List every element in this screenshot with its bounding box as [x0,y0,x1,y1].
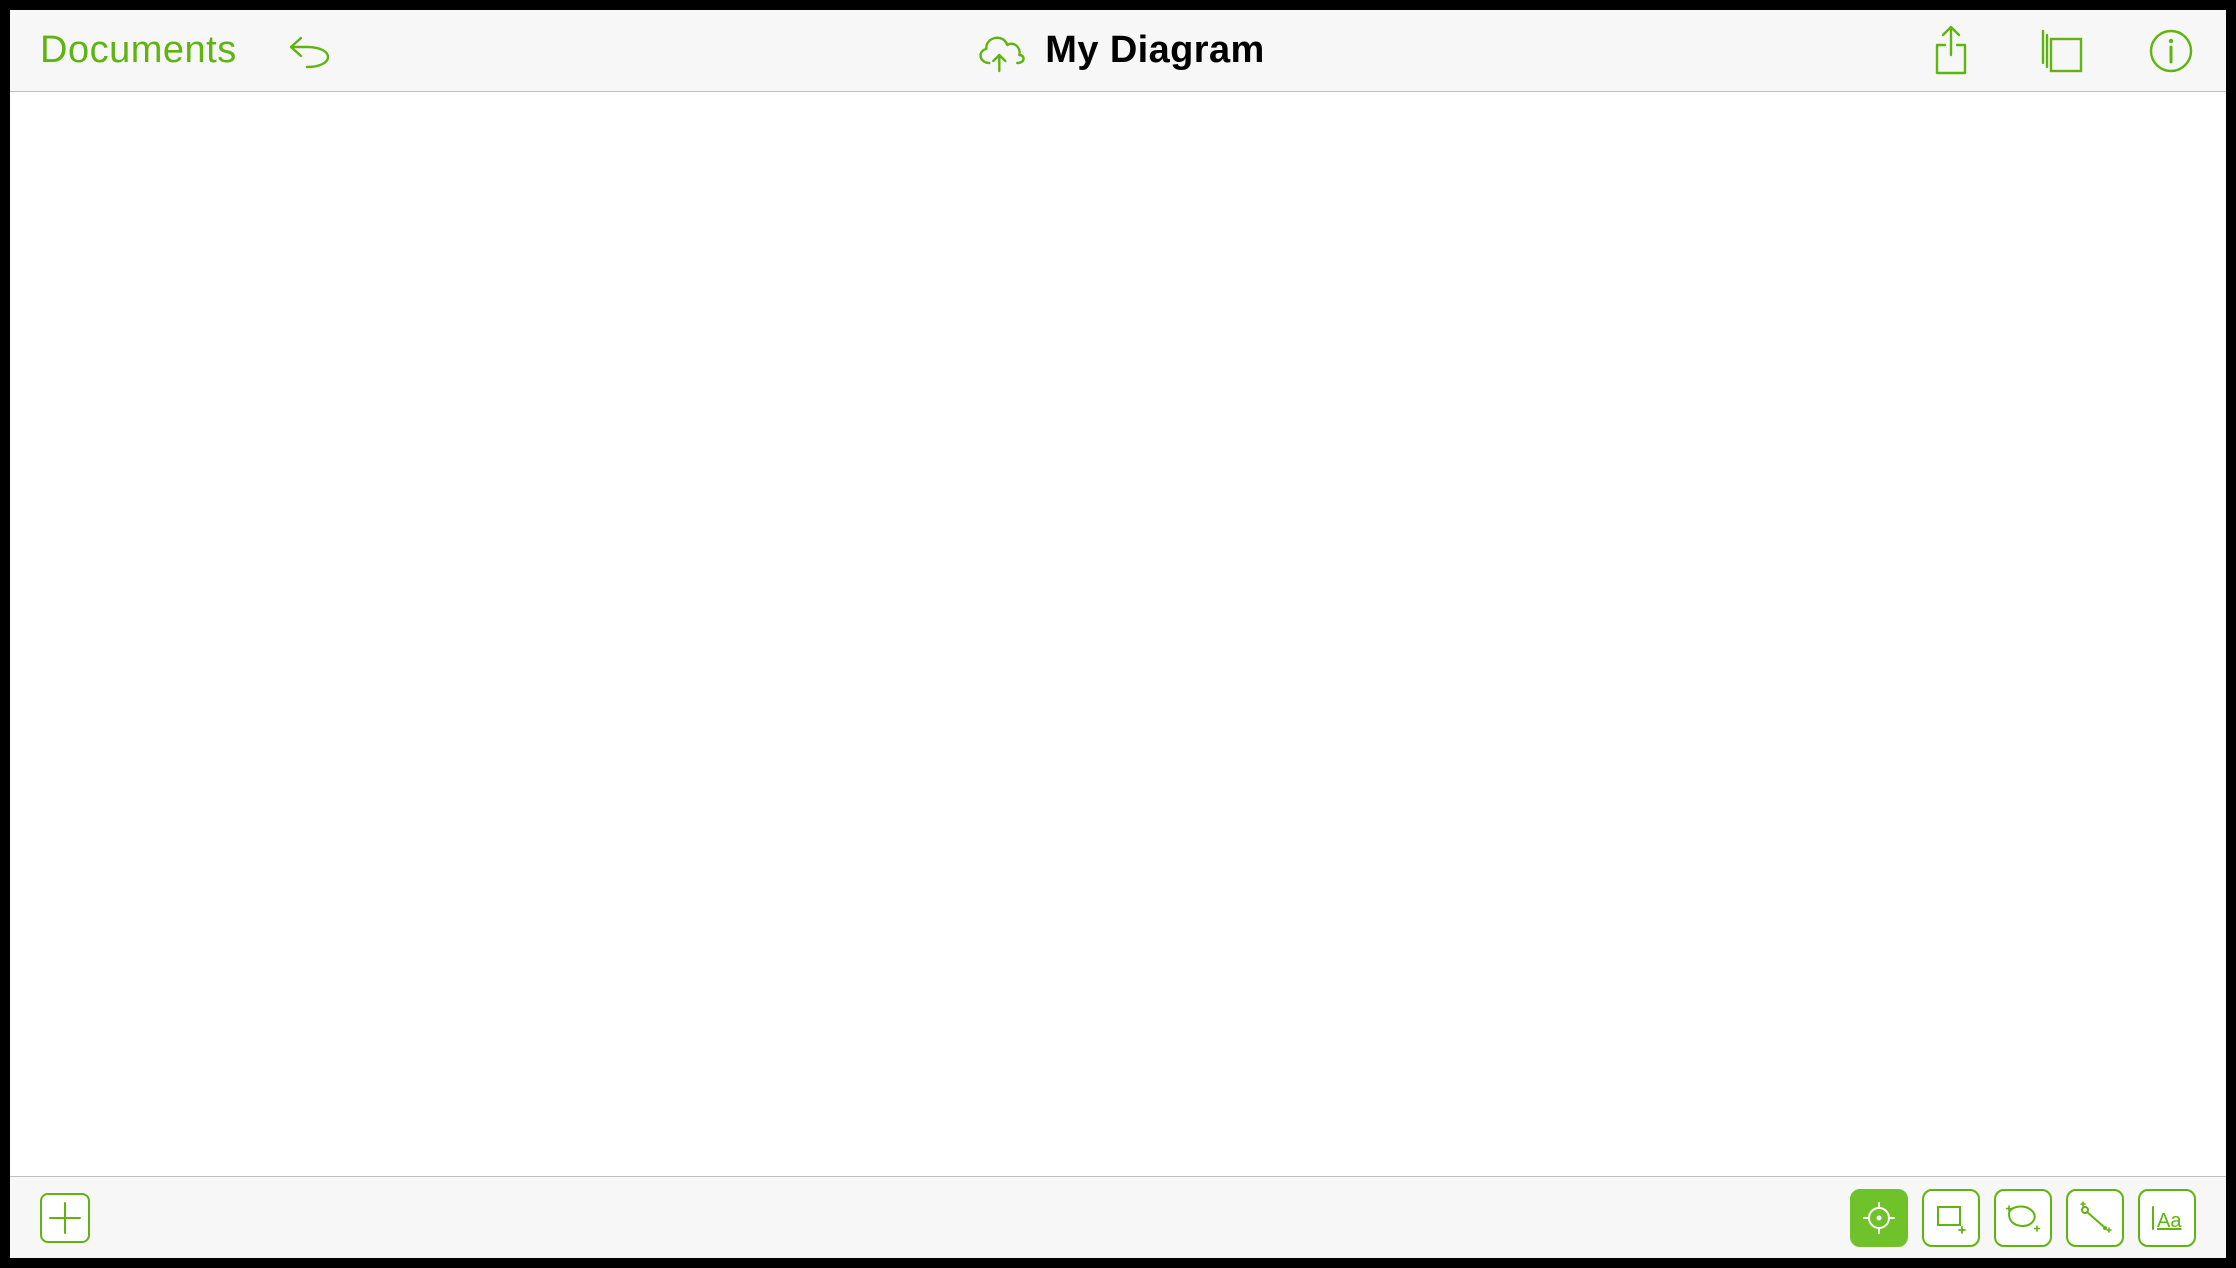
share-icon [1931,25,1971,77]
add-button[interactable] [40,1193,90,1243]
canvases-button[interactable] [2036,26,2086,76]
line-tool[interactable] [2066,1189,2124,1247]
undo-icon [287,33,343,69]
selection-tool[interactable] [1850,1189,1908,1247]
top-toolbar: Documents My Diagram [10,10,2226,92]
cloud-sync-icon[interactable] [971,27,1027,75]
info-icon [2149,29,2193,73]
bottom-toolbar-left [40,1193,90,1243]
text-aa-icon: Aa [2147,1201,2187,1235]
document-title[interactable]: My Diagram [1045,29,1264,72]
undo-button[interactable] [287,31,343,71]
shape-tool[interactable] [1922,1189,1980,1247]
crosshair-icon [1862,1201,1896,1235]
rectangle-add-icon [1932,1199,1970,1237]
bottom-toolbar: Aa [10,1176,2226,1258]
freehand-tool[interactable] [1994,1189,2052,1247]
share-button[interactable] [1926,26,1976,76]
documents-button[interactable]: Documents [40,29,237,72]
canvases-stack-icon [2037,27,2085,75]
drawing-canvas[interactable] [10,92,2226,1176]
freehand-loop-icon [2003,1200,2043,1236]
plus-icon [48,1201,82,1235]
bottom-toolbar-right: Aa [1850,1189,2196,1247]
top-toolbar-center: My Diagram [971,27,1264,75]
svg-text:Aa: Aa [2157,1210,2182,1232]
text-tool[interactable]: Aa [2138,1189,2196,1247]
top-toolbar-right [1926,26,2196,76]
line-connect-icon [2075,1198,2115,1238]
top-toolbar-left: Documents [40,29,343,72]
info-button[interactable] [2146,26,2196,76]
